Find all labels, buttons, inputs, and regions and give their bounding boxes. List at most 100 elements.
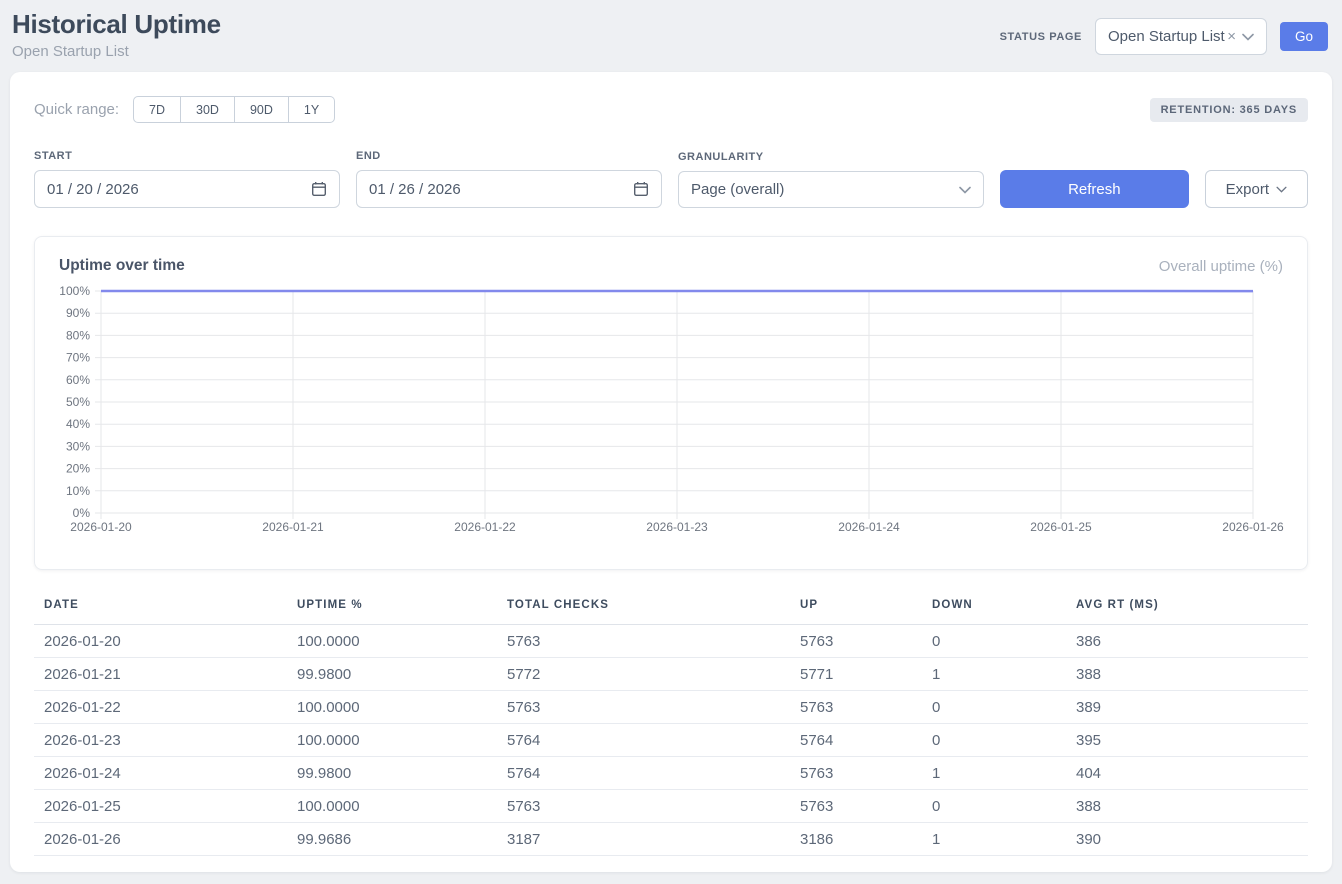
table-row: 2026-01-2199.9800577257711388 [34,658,1308,691]
table-cell: 0 [922,625,1066,658]
end-date-value: 01 / 26 / 2026 [369,181,461,198]
table-row: 2026-01-23100.0000576457640395 [34,724,1308,757]
granularity-field: GRANULARITY Page (overall) [678,151,984,208]
table-cell: 2026-01-26 [34,823,287,856]
table-cell: 395 [1066,724,1308,757]
calendar-icon[interactable] [633,181,649,197]
start-date-label: START [34,150,340,162]
table-cell: 0 [922,790,1066,823]
granularity-label: GRANULARITY [678,151,984,163]
table-cell: 404 [1066,757,1308,790]
status-page-selected-value: Open Startup List [1108,28,1227,45]
table-cell: 1 [922,658,1066,691]
export-button[interactable]: Export [1205,170,1308,208]
page-title: Historical Uptime [12,10,221,40]
axis-tick-label: 60% [66,373,90,387]
axis-tick-label: 2026-01-24 [838,520,900,534]
table-row: 2026-01-2499.9800576457631404 [34,757,1308,790]
topbar-right: STATUS PAGE Open Startup List × Go [1000,18,1328,55]
axis-tick-label: 2026-01-25 [1030,520,1092,534]
table-cell: 5763 [790,625,922,658]
table-column-header: DATE [34,595,287,625]
table-cell: 5763 [497,790,790,823]
end-date-input[interactable]: 01 / 26 / 2026 [356,170,662,208]
calendar-icon[interactable] [311,181,327,197]
go-button[interactable]: Go [1280,22,1328,51]
table-cell: 386 [1066,625,1308,658]
axis-tick-label: 2026-01-23 [646,520,708,534]
table-row: 2026-01-22100.0000576357630389 [34,691,1308,724]
axis-tick-label: 2026-01-20 [70,520,132,534]
table-header-row: DATEUPTIME %TOTAL CHECKSUPDOWNAVG RT (MS… [34,595,1308,625]
quick-range-button-group: 7D30D90D1Y [133,96,335,123]
table-cell: 5764 [790,724,922,757]
end-date-label: END [356,150,662,162]
quick-range-label: Quick range: [34,101,119,118]
granularity-selected-value: Page (overall) [691,181,959,198]
table-cell: 0 [922,691,1066,724]
table-cell: 2026-01-23 [34,724,287,757]
clear-icon[interactable]: × [1227,29,1236,44]
axis-tick-label: 30% [66,439,90,453]
table-cell: 99.9686 [287,823,497,856]
axis-tick-label: 10% [66,484,90,498]
table-cell: 99.9800 [287,658,497,691]
quick-range-button-7d[interactable]: 7D [133,96,181,123]
table-cell: 388 [1066,658,1308,691]
chevron-down-icon [1276,186,1287,193]
table-cell: 388 [1066,790,1308,823]
table-cell: 100.0000 [287,724,497,757]
table-cell: 100.0000 [287,625,497,658]
granularity-select[interactable]: Page (overall) [678,171,984,208]
quick-range-button-90d[interactable]: 90D [235,96,289,123]
uptime-line-chart: 0%10%20%30%40%50%60%70%80%90%100%2026-01… [59,281,1285,537]
start-date-input[interactable]: 01 / 20 / 2026 [34,170,340,208]
table-cell: 5764 [497,757,790,790]
axis-tick-label: 2026-01-22 [454,520,516,534]
quick-range-button-30d[interactable]: 30D [181,96,235,123]
main-panel: Quick range: 7D30D90D1Y RETENTION: 365 D… [10,72,1332,872]
table-cell: 5763 [790,691,922,724]
table-row: 2026-01-20100.0000576357630386 [34,625,1308,658]
chart-header: Uptime over time Overall uptime (%) [59,257,1283,275]
status-page-select[interactable]: Open Startup List × [1095,18,1267,55]
page-subtitle: Open Startup List [12,43,221,60]
axis-tick-label: 50% [66,395,90,409]
table-cell: 2026-01-21 [34,658,287,691]
table-column-header: AVG RT (MS) [1066,595,1308,625]
axis-tick-label: 90% [66,306,90,320]
table-cell: 99.9800 [287,757,497,790]
axis-tick-label: 2026-01-21 [262,520,324,534]
table-cell: 5771 [790,658,922,691]
retention-badge: RETENTION: 365 DAYS [1150,98,1308,122]
table-cell: 2026-01-25 [34,790,287,823]
table-cell: 3186 [790,823,922,856]
chevron-down-icon [959,186,971,194]
table-cell: 5763 [497,691,790,724]
table-cell: 5764 [497,724,790,757]
table-cell: 100.0000 [287,691,497,724]
table-cell: 389 [1066,691,1308,724]
table-cell: 1 [922,757,1066,790]
quick-range-row: Quick range: 7D30D90D1Y RETENTION: 365 D… [34,96,1308,123]
end-date-field: END 01 / 26 / 2026 [356,150,662,208]
table-cell: 0 [922,724,1066,757]
start-date-field: START 01 / 20 / 2026 [34,150,340,208]
axis-tick-label: 20% [66,462,90,476]
table-row: 2026-01-2699.9686318731861390 [34,823,1308,856]
chevron-down-icon [1242,33,1254,41]
table-column-header: DOWN [922,595,1066,625]
table-cell: 2026-01-20 [34,625,287,658]
table-column-header: UP [790,595,922,625]
chart-title: Uptime over time [59,257,185,275]
quick-range-button-1y[interactable]: 1Y [289,96,335,123]
title-block: Historical Uptime Open Startup List [12,10,221,60]
axis-tick-label: 2026-01-26 [1222,520,1284,534]
refresh-button[interactable]: Refresh [1000,170,1189,208]
table-cell: 100.0000 [287,790,497,823]
start-date-value: 01 / 20 / 2026 [47,181,139,198]
uptime-table: DATEUPTIME %TOTAL CHECKSUPDOWNAVG RT (MS… [34,595,1308,856]
table-cell: 2026-01-22 [34,691,287,724]
topbar: Historical Uptime Open Startup List STAT… [0,0,1342,72]
table-row: 2026-01-25100.0000576357630388 [34,790,1308,823]
